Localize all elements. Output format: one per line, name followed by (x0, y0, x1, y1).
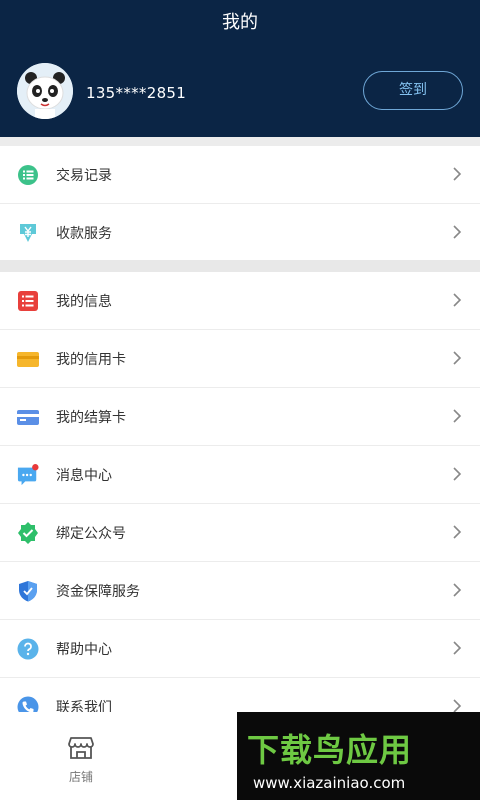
chevron-right-icon (453, 525, 462, 539)
panda-avatar-icon (17, 63, 73, 119)
help-icon (17, 638, 39, 660)
menu-item-label: 我的信用卡 (56, 352, 126, 368)
shield-icon (17, 580, 39, 602)
menu-item-my-info[interactable]: 我的信息 (0, 272, 480, 330)
phone-number: 135****2851 (86, 84, 187, 102)
chevron-right-icon (453, 467, 462, 481)
list-icon (17, 164, 39, 186)
divider (0, 260, 480, 272)
menu-item-label: 我的结算卡 (56, 410, 126, 426)
menu-group-1: 交易记录 收款服务 (0, 146, 480, 260)
menu-item-settlement-card[interactable]: 我的结算卡 (0, 388, 480, 446)
watermark-title: 下载鸟应用 (247, 731, 413, 769)
nav-item-label: 店铺 (68, 770, 93, 784)
chevron-right-icon (453, 409, 462, 423)
watermark-banner: 下载鸟应用 www.xiazainiao.com (237, 712, 480, 800)
menu-item-help-center[interactable]: 帮助中心 (0, 620, 480, 678)
page-title: 我的 (222, 12, 258, 33)
menu-item-fund-protection[interactable]: 资金保障服务 (0, 562, 480, 620)
menu-item-label: 收款服务 (56, 226, 112, 242)
header: 我的 135****2851 签到 (0, 0, 480, 137)
menu-item-collection[interactable]: 收款服务 (0, 204, 480, 261)
chevron-right-icon (453, 641, 462, 655)
settlement-card-icon (17, 406, 39, 428)
credit-card-icon (17, 348, 39, 370)
chevron-right-icon (453, 167, 462, 181)
menu-group-2: 我的信息 我的信用卡 我的结算卡 消息中心 绑定公众号 资金保障服务 帮助中心 … (0, 272, 480, 718)
menu-item-message-center[interactable]: 消息中心 (0, 446, 480, 504)
nav-item-store[interactable]: 店铺 (56, 736, 106, 785)
avatar[interactable] (17, 63, 73, 119)
menu-item-label: 资金保障服务 (56, 584, 140, 600)
store-icon (68, 737, 94, 759)
message-icon (17, 464, 39, 486)
chevron-right-icon (453, 583, 462, 597)
verified-badge-icon (17, 522, 39, 544)
menu-item-label: 交易记录 (56, 168, 112, 184)
menu-item-label: 帮助中心 (56, 642, 112, 658)
menu-item-transactions[interactable]: 交易记录 (0, 146, 480, 204)
menu-item-label: 我的信息 (56, 294, 112, 310)
menu-item-label: 绑定公众号 (56, 526, 126, 542)
yen-download-icon (17, 222, 39, 244)
checkin-button[interactable]: 签到 (363, 71, 463, 110)
menu-item-credit-card[interactable]: 我的信用卡 (0, 330, 480, 388)
menu-item-label: 消息中心 (56, 468, 112, 484)
chevron-right-icon (453, 351, 462, 365)
menu-item-bind-official-account[interactable]: 绑定公众号 (0, 504, 480, 562)
chevron-right-icon (453, 293, 462, 307)
watermark-url: www.xiazainiao.com (253, 774, 406, 792)
info-list-icon (17, 290, 39, 312)
divider (0, 137, 480, 146)
chevron-right-icon (453, 225, 462, 239)
